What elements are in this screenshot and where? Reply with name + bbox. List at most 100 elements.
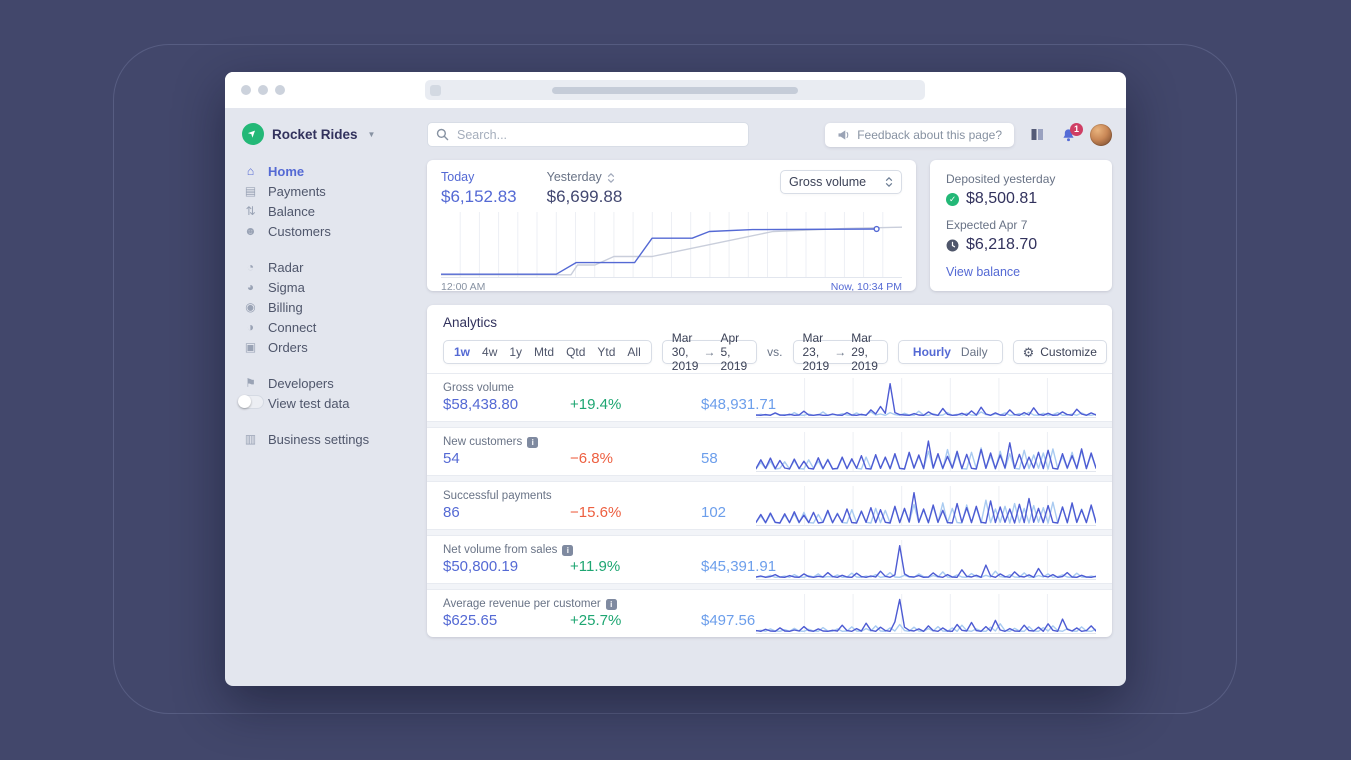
window-minimize-button[interactable] (258, 85, 268, 95)
sidebar-item-label: Business settings (268, 431, 370, 447)
preset-1y[interactable]: 1y (503, 345, 528, 359)
billing-icon: ◉ (245, 300, 256, 314)
metric-value: 86 (443, 503, 460, 521)
metric-row-successful-payments[interactable]: Successful payments 86 −15.6% 102 (427, 482, 1112, 529)
sidebar-item-connect[interactable]: ◑ Connect (242, 317, 421, 337)
metric-row-new-customers[interactable]: New customers i 54 −6.8% 58 (427, 428, 1112, 475)
metric-value: $50,800.19 (443, 557, 519, 575)
preset-4w[interactable]: 4w (476, 345, 503, 359)
granularity-toggle: Hourly Daily (897, 340, 1003, 364)
check-circle-icon: ✓ (946, 192, 959, 206)
metric-label: Gross volume (443, 381, 514, 394)
granularity-hourly[interactable]: Hourly (908, 345, 956, 359)
metric-row-net-volume-from-sales[interactable]: Net volume from sales i $50,800.19 +11.9… (427, 536, 1112, 583)
sidebar-item-label: Sigma (268, 279, 305, 295)
sidebar-item-developers[interactable]: ⚑ Developers (242, 373, 421, 393)
row-separator (427, 583, 1112, 590)
metric-sparkline (756, 377, 1096, 418)
metric-select[interactable]: Gross volume (780, 170, 902, 194)
main-content: Feedback about this page? 1 Today $6,1 (421, 108, 1126, 686)
info-icon[interactable]: i (562, 544, 574, 556)
sidebar-item-label: Orders (268, 339, 308, 355)
volume-chart (441, 212, 902, 278)
x-axis-now: Now, 10:34 PM (830, 281, 902, 291)
preset-all[interactable]: All (621, 345, 646, 359)
window-close-button[interactable] (241, 85, 251, 95)
sidebar-group: ◔ Radar ◕ Sigma ◉ Billing ◑ Connect ▣ Or… (242, 257, 421, 357)
metrics-table: Gross volume $58,438.80 +19.4% $48,931.7… (427, 373, 1112, 637)
sidebar-item-home[interactable]: ⌂ Home (242, 161, 421, 181)
notifications-button[interactable]: 1 (1061, 122, 1083, 142)
sidebar-item-orders[interactable]: ▣ Orders (242, 337, 421, 357)
analytics-card: Analytics 1w 4w 1y Mtd Qtd Ytd All Mar 30, 201… (427, 305, 1112, 637)
metric-value: $58,438.80 (443, 395, 519, 413)
rocket-icon: ➤ (245, 126, 260, 141)
sidebar-item-label: Billing (268, 299, 303, 315)
clock-icon (946, 239, 959, 251)
user-avatar[interactable] (1090, 123, 1112, 146)
metric-label: Average revenue per customer (443, 597, 601, 610)
range-start: Mar 30, 2019 (671, 331, 699, 373)
metric-compare-value: $497.56 (701, 611, 756, 629)
sidebar-group: ▥ Business settings (242, 429, 421, 449)
account-switcher[interactable]: ➤ Rocket Rides ▼ (242, 123, 421, 145)
preset-mtd[interactable]: Mtd (528, 345, 560, 359)
date-range-compare[interactable]: Mar 23, 2019 → Mar 29, 2019 (792, 331, 888, 373)
address-bar[interactable] (425, 80, 925, 100)
brand-name: Rocket Rides (272, 126, 358, 142)
row-separator (427, 475, 1112, 482)
sidebar-item-customers[interactable]: ☻ Customers (242, 221, 421, 241)
connect-icon: ◑ (246, 320, 255, 334)
expected-value: $6,218.70 (966, 236, 1038, 253)
row-separator (427, 421, 1112, 428)
deposited-value: $8,500.81 (966, 190, 1038, 207)
app-root: ➤ Rocket Rides ▼ ⌂ Home ▤ Payments ⇅ Bal… (225, 108, 1126, 686)
sort-arrows-icon[interactable] (607, 172, 615, 184)
sidebar-item-sigma[interactable]: ◕ Sigma (242, 277, 421, 297)
view-balance-link[interactable]: View balance (946, 265, 1020, 279)
metric-row-gross-volume[interactable]: Gross volume $58,438.80 +19.4% $48,931.7… (427, 374, 1112, 421)
preset-ytd[interactable]: Ytd (591, 345, 621, 359)
gear-icon: ⚙ (1022, 344, 1035, 360)
sidebar-item-radar[interactable]: ◔ Radar (242, 257, 421, 277)
business-settings-icon: ▥ (244, 432, 257, 446)
info-icon[interactable]: i (527, 436, 539, 448)
expected-label: Expected Apr 7 (946, 218, 1028, 232)
search-box[interactable] (427, 122, 749, 147)
date-range-current[interactable]: Mar 30, 2019 → Apr 5, 2019 (661, 331, 758, 373)
site-favicon (430, 84, 441, 96)
sidebar-item-view-test-data[interactable]: View test data (238, 393, 421, 413)
sidebar-item-label: Payments (268, 183, 326, 199)
book-icon (1031, 129, 1043, 140)
metric-delta: +11.9% (570, 557, 621, 575)
window-zoom-button[interactable] (275, 85, 285, 95)
info-icon[interactable]: i (605, 598, 617, 610)
sidebar-item-label: Radar (268, 259, 304, 275)
sidebar-item-billing[interactable]: ◉ Billing (242, 297, 421, 317)
feedback-button[interactable]: Feedback about this page? (825, 122, 1014, 147)
notification-badge: 1 (1070, 122, 1083, 136)
preset-qtd[interactable]: Qtd (560, 345, 591, 359)
radar-icon: ◔ (246, 260, 255, 274)
url-placeholder (552, 86, 798, 94)
metric-value: 54 (443, 449, 460, 467)
metric-row-average-revenue-per-customer[interactable]: Average revenue per customer i $625.65 +… (427, 590, 1112, 637)
view-test-data-toggle[interactable] (238, 395, 264, 411)
docs-button[interactable] (1030, 128, 1045, 141)
customize-button[interactable]: ⚙ Customize (1012, 340, 1107, 364)
metric-delta: +25.7% (570, 611, 622, 629)
brand-logo: ➤ (242, 123, 264, 145)
vs-label: vs. (767, 345, 783, 359)
today-metric: Today $6,152.83 (441, 170, 517, 207)
granularity-daily[interactable]: Daily (956, 345, 993, 359)
sidebar-item-label: View test data (268, 395, 350, 411)
customize-label: Customize (1040, 345, 1097, 359)
sidebar-item-payments[interactable]: ▤ Payments (242, 181, 421, 201)
metric-sparkline (756, 593, 1096, 634)
sidebar-item-balance[interactable]: ⇅ Balance (242, 201, 421, 221)
preset-1w[interactable]: 1w (448, 345, 476, 359)
search-input[interactable] (455, 126, 740, 143)
sidebar-item-business-settings[interactable]: ▥ Business settings (242, 429, 421, 449)
metric-label: Successful payments (443, 489, 552, 502)
compare-end: Mar 29, 2019 (851, 331, 878, 373)
